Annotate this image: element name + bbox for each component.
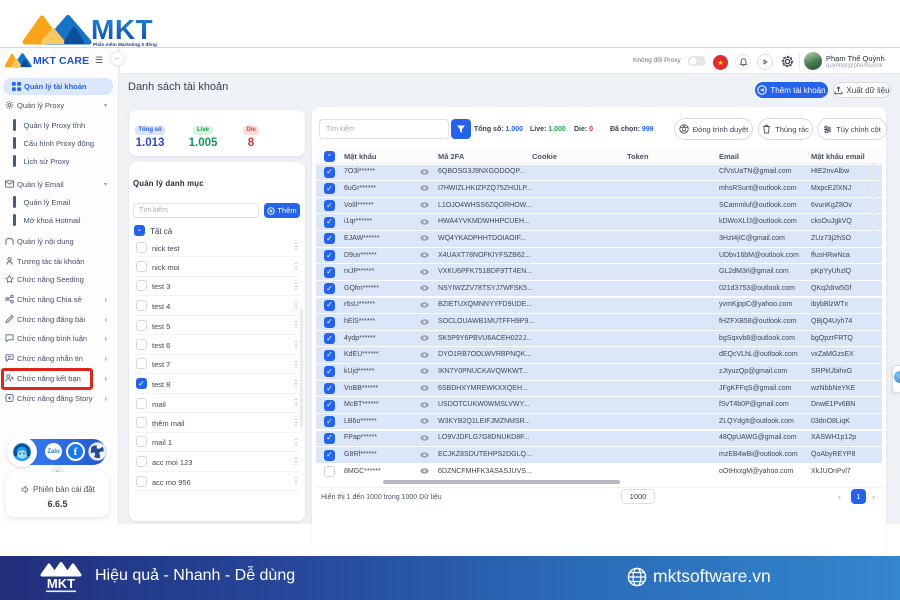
svg-text:MKT: MKT — [47, 576, 75, 591]
